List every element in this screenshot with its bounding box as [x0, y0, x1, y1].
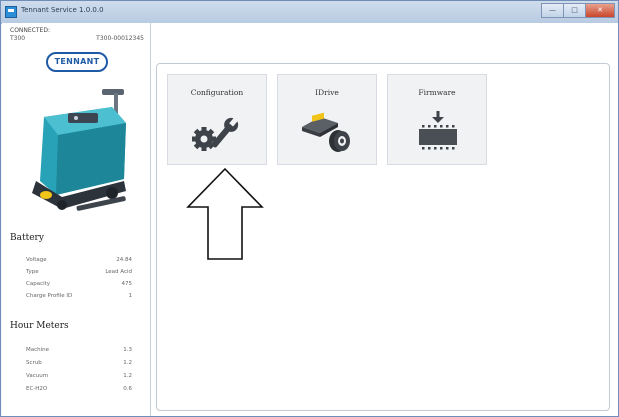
firmware-tile[interactable]: Firmware — [387, 74, 487, 165]
window-title: Tennant Service 1.0.0.0 — [21, 6, 104, 14]
idrive-icon — [302, 112, 350, 152]
logo-text: TENNANT — [54, 57, 100, 66]
close-button[interactable]: ✕ — [585, 3, 615, 18]
battery-voltage-value: 24.84 — [116, 257, 132, 263]
ec-h2o-hours-value: 0.6 — [123, 386, 132, 392]
scrubber-machine-image — [32, 89, 126, 211]
hour-meter-row: Machine 1.3 — [26, 347, 140, 357]
battery-voltage-label: Voltage — [26, 257, 47, 263]
battery-type-label: Type — [26, 269, 39, 275]
title-bar[interactable]: Tennant Service 1.0.0.0 — □ ✕ — [1, 1, 618, 24]
machine-hours-label: Machine — [26, 347, 50, 353]
machine-info-panel: CONNECTED: T300 T300-00012345 TENNANT Ba — [2, 23, 151, 416]
hour-meters-heading: Hour Meters — [10, 321, 69, 331]
idrive-label: IDrive — [315, 88, 339, 97]
hour-meter-row: Scrub 1.2 — [26, 360, 140, 370]
hour-meter-row: EC-H2O 0.6 — [26, 386, 140, 396]
configuration-label: Configuration — [190, 88, 244, 97]
firmware-label: Firmware — [418, 88, 456, 97]
charge-profile-label: Charge Profile ID — [26, 293, 73, 299]
app-icon — [5, 6, 17, 18]
battery-heading: Battery — [10, 233, 44, 243]
battery-capacity-label: Capacity — [26, 281, 51, 287]
scrub-hours-label: Scrub — [26, 360, 42, 366]
window-controls: — □ ✕ — [541, 3, 615, 19]
machine-serial: T300-00012345 — [96, 35, 144, 42]
scrub-hours-value: 1.2 — [123, 360, 132, 366]
vacuum-hours-value: 1.2 — [123, 373, 132, 379]
machine-model: T300 — [10, 35, 26, 42]
gear-wrench-icon — [192, 116, 239, 151]
configuration-tile[interactable]: Configuration — [167, 74, 267, 165]
up-arrow-icon — [186, 167, 264, 260]
tennant-logo: TENNANT — [46, 52, 108, 72]
battery-row: Voltage 24.84 — [26, 257, 140, 267]
app-window: Tennant Service 1.0.0.0 — □ ✕ CONNECTED:… — [0, 0, 619, 417]
hour-meter-row: Vacuum 1.2 — [26, 373, 140, 383]
maximize-button[interactable]: □ — [563, 3, 585, 18]
ec-h2o-hours-label: EC-H2O — [26, 386, 48, 392]
battery-row: Type Lead Acid — [26, 269, 140, 279]
vacuum-hours-label: Vacuum — [26, 373, 49, 379]
battery-row: Capacity 475 — [26, 281, 140, 291]
firmware-icon — [419, 111, 457, 150]
battery-capacity-value: 475 — [121, 281, 133, 287]
charge-profile-value: 1 — [128, 293, 133, 299]
idrive-tile[interactable]: IDrive — [277, 74, 377, 165]
battery-row: Charge Profile ID 1 — [26, 293, 140, 303]
battery-type-value: Lead Acid — [105, 269, 132, 275]
connection-status: CONNECTED: — [10, 27, 50, 34]
minimize-button[interactable]: — — [541, 3, 563, 18]
machine-hours-value: 1.3 — [123, 347, 132, 353]
